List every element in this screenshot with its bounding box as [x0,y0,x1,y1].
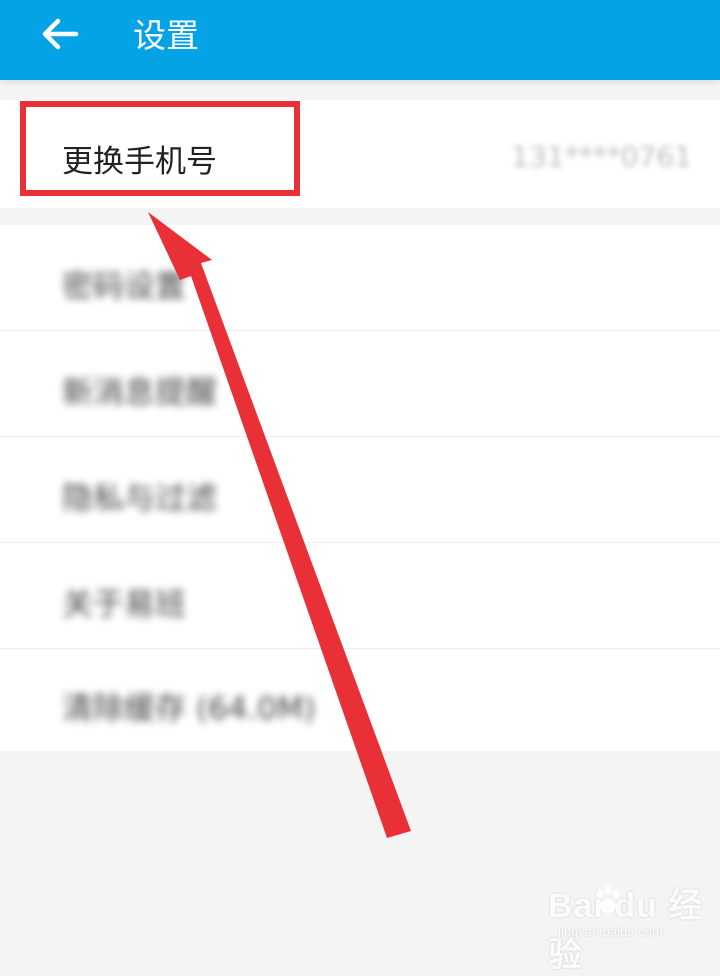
page-title: 设置 [133,16,199,55]
paw-icon [592,884,626,922]
settings-item-label: 清除缓存 (64.0M) [62,691,316,727]
settings-item-label: 新消息提醒 [62,375,217,411]
settings-item-label: 关于易班 [62,587,186,623]
baidu-watermark: Bai du 经验 jingyan.baidu.com [548,878,708,974]
settings-item-clear-cache[interactable]: 清除缓存 (64.0M) [0,649,720,751]
change-phone-label: 更换手机号 [62,144,217,180]
settings-item-label: 隐私与过滤 [62,481,217,517]
settings-group-account: 更换手机号 131****0761 [0,100,720,208]
arrow-left-icon [40,17,80,55]
settings-group-general: 密码设置 新消息提醒 隐私与过滤 关于易班 清除缓存 (64.0M) [0,225,720,751]
settings-item-privacy[interactable]: 隐私与过滤 [0,437,720,542]
app-bar: 设置 [0,0,720,80]
change-phone-row[interactable]: 更换手机号 131****0761 [0,100,720,208]
phone-number-value: 131****0761 [511,140,692,173]
settings-item-password[interactable]: 密码设置 [0,225,720,330]
watermark-url: jingyan.baidu.com [558,924,663,939]
settings-item-notifications[interactable]: 新消息提醒 [0,331,720,436]
settings-item-about[interactable]: 关于易班 [0,543,720,648]
back-button[interactable] [34,14,86,58]
settings-item-label: 密码设置 [62,269,186,305]
